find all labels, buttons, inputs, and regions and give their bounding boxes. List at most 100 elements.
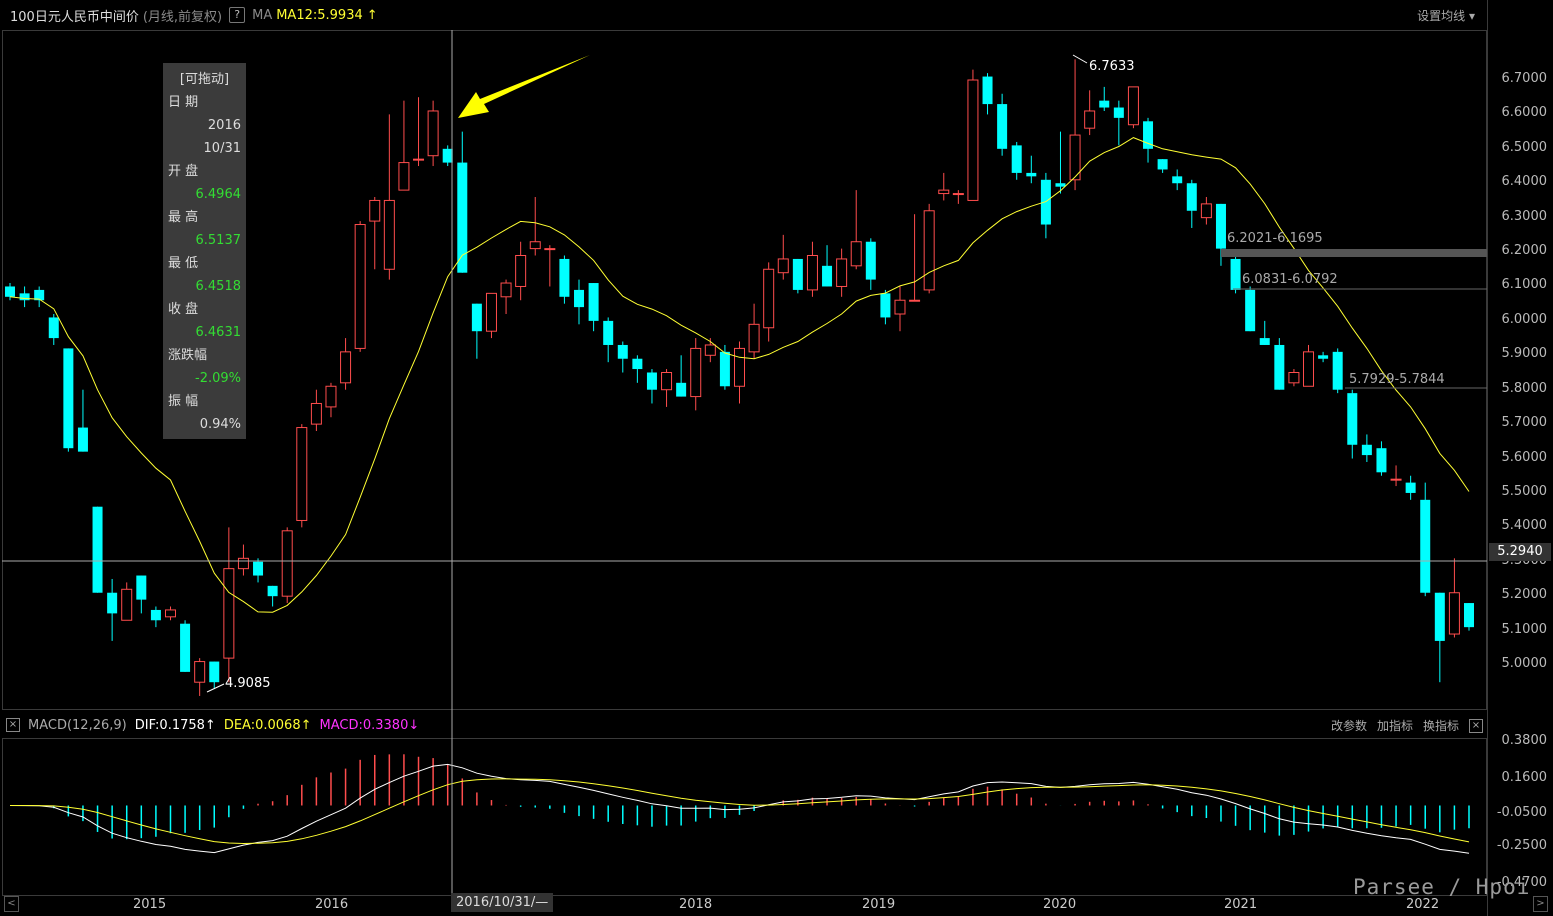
macd-actions: 改参数 加指标 换指标 × [1331,717,1483,734]
year-label: 2020 [1043,897,1077,912]
candle-body [603,320,614,345]
dif-text: DIF:0.1758 [134,717,205,733]
price-tick: 5.5000 [1501,483,1548,499]
candle-body [48,317,59,339]
add-indicator-button[interactable]: 加指标 [1377,717,1413,734]
tooltip-low-label: 最 低 [168,256,199,271]
candle-body [1361,444,1372,456]
ohlc-tooltip[interactable]: [可拖动] 日 期 2016 10/31 开 盘 6.4964 最 高 6.51… [163,63,246,439]
candle-body [164,609,176,618]
macd-name[interactable]: MACD(12,26,9) [28,718,127,733]
low-marker: 4.9085 [225,676,271,691]
candle-body [1099,100,1110,108]
candle-body [457,162,468,273]
switch-indicator-button[interactable]: 换指标 [1423,717,1459,734]
macd-arrow-icon: ↓ [408,717,420,733]
candle-body [806,255,818,291]
candle-body [734,347,745,387]
price-tick: 6.1000 [1501,277,1548,293]
candle-body [427,110,439,157]
dif-value: DIF:0.1758↑ [135,718,216,733]
year-label: 2015 [133,897,167,912]
candle-body [500,282,512,298]
candle-body [1040,179,1051,225]
tooltip-drag-handle[interactable]: [可拖动] [168,68,241,91]
candle-body [544,248,556,251]
candle-body [997,104,1008,149]
candle-body [529,241,541,250]
candle-body [63,348,74,449]
candle-body [1318,355,1329,359]
year-label: 2019 [862,897,896,912]
candle-body [515,255,527,287]
price-tick: 5.2000 [1501,587,1548,603]
candle-body [1186,183,1197,211]
candle-body [1026,172,1037,177]
close-icon[interactable]: × [1469,718,1483,733]
candle-body [1230,258,1241,290]
candle-body [1420,499,1431,593]
candle-body [676,382,687,397]
candle-body [1274,344,1285,390]
scroll-left-icon[interactable]: < [4,896,19,912]
candle-body [485,292,497,332]
change-params-button[interactable]: 改参数 [1331,717,1367,734]
candle-body [1113,107,1124,118]
scroll-right-icon[interactable]: > [1533,896,1548,912]
macd-header: × MACD(12,26,9) DIF:0.1758↑ DEA:0.0068↑ … [0,714,1553,736]
tooltip-change: -2.09% [195,371,241,386]
candle-body [267,585,278,597]
candle-body [1172,176,1183,184]
zone1-label: 6.2021-6.1695 [1227,231,1323,246]
candle-body [1215,203,1226,249]
macd-tick: -0.0500 [1496,804,1547,820]
candle-body [1245,289,1256,332]
candle-body [442,148,453,163]
candle-body [1157,159,1168,170]
candle-body [107,592,118,614]
candle-body [253,561,264,576]
candle-body [704,344,716,356]
candle-body [325,385,337,408]
candle-body [194,661,206,683]
candle-body [1390,478,1402,481]
tooltip-high-label: 最 高 [168,210,199,225]
price-tick: 6.0000 [1501,311,1548,327]
candle-body [383,199,395,270]
candle-body [354,224,366,349]
candle-body [894,299,906,315]
candle-body [369,199,381,222]
macd-tick: 0.1600 [1501,769,1548,785]
yellow-arrow-icon [458,55,590,118]
candle-body [1084,110,1096,129]
candle-body [1259,338,1270,345]
tooltip-day: 10/31 [203,141,241,156]
candle-body [1288,372,1300,384]
candle-body [1434,592,1445,641]
candle-body [1011,145,1022,173]
high-marker: 6.7633 [1089,59,1135,74]
macd-value: MACD:0.3380↓ [320,718,420,733]
price-tick: 5.0000 [1501,656,1548,671]
year-label: 2021 [1224,897,1258,912]
zone2-label: 6.0831-6.0792 [1242,272,1338,287]
candle-body [632,358,643,370]
tooltip-change-label: 涨跌幅 [168,348,208,363]
candle-body [121,588,133,621]
tooltip-amplitude-label: 振 幅 [168,394,199,409]
candle-body [865,241,876,280]
candle-body [398,162,410,191]
candle-body [923,210,935,291]
candle-body [1303,351,1315,387]
candle-body [909,299,921,302]
candle-body [19,293,30,301]
candle-body [150,609,161,621]
candle-body [281,530,293,597]
candle-body [792,258,803,290]
macd-close-left-icon[interactable]: × [6,718,20,732]
candle-body [646,372,657,390]
candle-body [1405,482,1416,493]
macd-tick: -0.2500 [1496,838,1547,854]
dif-arrow-icon: ↑ [204,717,216,733]
crosshair-price-label: 5.2940 [1489,543,1551,561]
